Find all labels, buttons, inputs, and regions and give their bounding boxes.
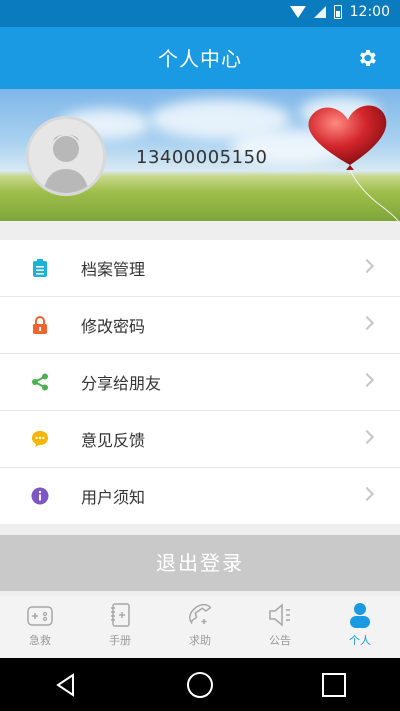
share-icon [31,373,49,391]
menu-item-label: 用户须知 [81,488,146,507]
chevron-right-icon [359,315,375,331]
chevron-right-icon [359,486,375,502]
chevron-right-icon [359,258,375,274]
status-bar: 12:00 [0,0,400,27]
tab-first-aid[interactable]: 急救 [0,596,80,658]
status-icons: 12:00 [289,4,390,20]
battery-icon [333,5,342,19]
clock: 12:00 [349,4,390,20]
chat-icon [31,430,49,448]
tab-manual[interactable]: 手册 [80,596,160,658]
tab-help[interactable]: 求助 [160,596,240,658]
tab-notice[interactable]: 公告 [240,596,320,658]
tab-label: 求助 [189,634,211,647]
menu-item-label: 档案管理 [81,260,146,279]
person-icon [350,603,370,628]
menu-item-label: 意见反馈 [81,431,146,450]
menu-item-label: 修改密码 [81,317,146,336]
chevron-right-icon [359,372,375,388]
back-icon[interactable] [53,672,79,698]
tab-label: 公告 [269,634,291,647]
menu-item-user-notice[interactable]: 用户须知 [0,468,400,524]
speaker-icon [269,603,290,627]
page-title: 个人中心 [158,47,242,71]
balloon-image [308,105,400,225]
first-aid-icon [27,606,53,626]
lock-icon [31,316,49,334]
person-silhouette-icon [43,134,89,193]
menu-item-share[interactable]: 分享给朋友 [0,354,400,411]
phone-icon [189,603,212,625]
tab-profile[interactable]: 个人 [320,596,400,658]
chevron-right-icon [359,429,375,445]
wifi-icon [289,6,306,18]
tab-label: 个人 [349,634,371,647]
home-icon[interactable] [186,671,214,699]
menu-item-label: 分享给朋友 [81,374,162,393]
menu-item-records[interactable]: 档案管理 [0,240,400,297]
gear-icon[interactable] [356,47,378,69]
app-bar: 个人中心 [0,27,400,89]
recents-icon[interactable] [321,672,347,698]
clipboard-icon [31,259,49,277]
tab-label: 手册 [109,634,131,647]
menu-list: 档案管理 修改密码 分享给朋友 意见反馈 用户须知 [0,240,400,524]
signal-icon [313,6,326,18]
phone-number: 13400005150 [136,147,268,168]
menu-item-feedback[interactable]: 意见反馈 [0,411,400,468]
menu-item-change-password[interactable]: 修改密码 [0,297,400,354]
system-nav-bar [0,658,400,711]
manual-icon [111,603,130,627]
info-icon [31,487,49,505]
tab-label: 急救 [29,634,51,647]
bottom-tab-bar: 急救 手册 求助 公告 个人 [0,596,400,658]
avatar[interactable] [26,116,106,196]
logout-button[interactable]: 退出登录 [0,535,400,591]
